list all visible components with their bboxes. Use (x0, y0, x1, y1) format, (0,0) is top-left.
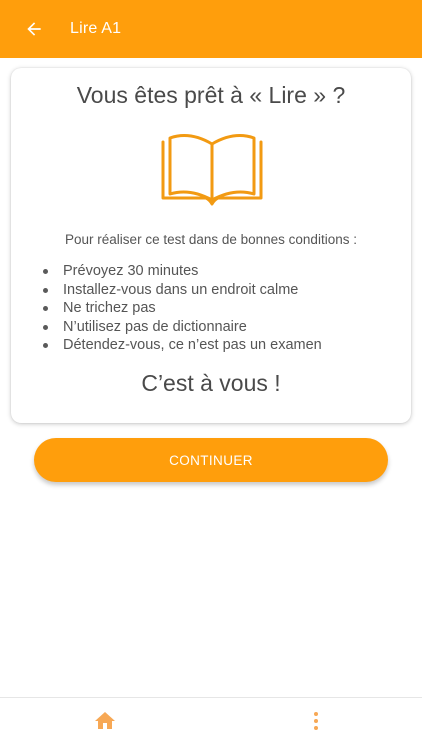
home-icon (95, 712, 115, 729)
more-vertical-icon (314, 712, 318, 730)
more-button[interactable] (303, 707, 329, 735)
page-title: Lire A1 (70, 20, 122, 37)
conditions-list: Prévoyez 30 minutes Installez-vous dans … (41, 262, 322, 355)
arrow-left-icon (27, 22, 41, 36)
list-item: N’utilisez pas de dictionnaire (41, 318, 322, 337)
card-title: Vous êtes prêt à « Lire » ? (76, 82, 346, 108)
continue-button[interactable]: CONTINUER (34, 438, 388, 482)
home-button[interactable] (91, 707, 119, 735)
list-item: Ne trichez pas (41, 299, 322, 318)
app-screen: Lire A1 Vous êtes prêt à « Lire » ? Pour… (0, 0, 422, 750)
instructions-card: Vous êtes prêt à « Lire » ? Pour réalise… (11, 68, 411, 423)
open-book-icon (161, 134, 263, 206)
list-item: Prévoyez 30 minutes (41, 262, 322, 281)
top-app-bar: Lire A1 (0, 0, 422, 58)
outro-text: C’est à vous ! (141, 370, 281, 396)
back-button[interactable] (14, 9, 54, 49)
intro-text: Pour réaliser ce test dans de bonnes con… (65, 232, 357, 247)
bottom-nav (0, 697, 422, 750)
list-item: Détendez-vous, ce n’est pas un examen (41, 336, 322, 355)
list-item: Installez-vous dans un endroit calme (41, 281, 322, 300)
